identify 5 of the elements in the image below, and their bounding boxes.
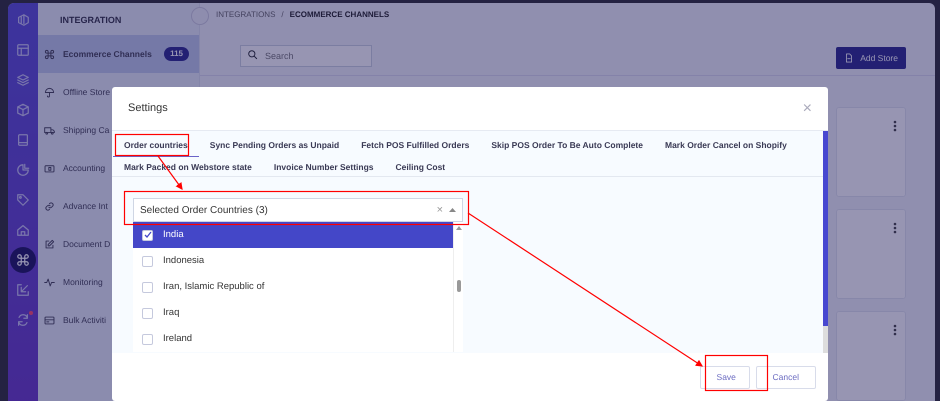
breadcrumb-item: ECOMMERCE CHANNELS (290, 9, 390, 21)
dialog-title: Settings (128, 101, 168, 116)
sidebar-heading: INTEGRATION (59, 14, 122, 27)
breadcrumb-separator: / (281, 9, 284, 21)
count-badge: 115 (164, 47, 189, 61)
